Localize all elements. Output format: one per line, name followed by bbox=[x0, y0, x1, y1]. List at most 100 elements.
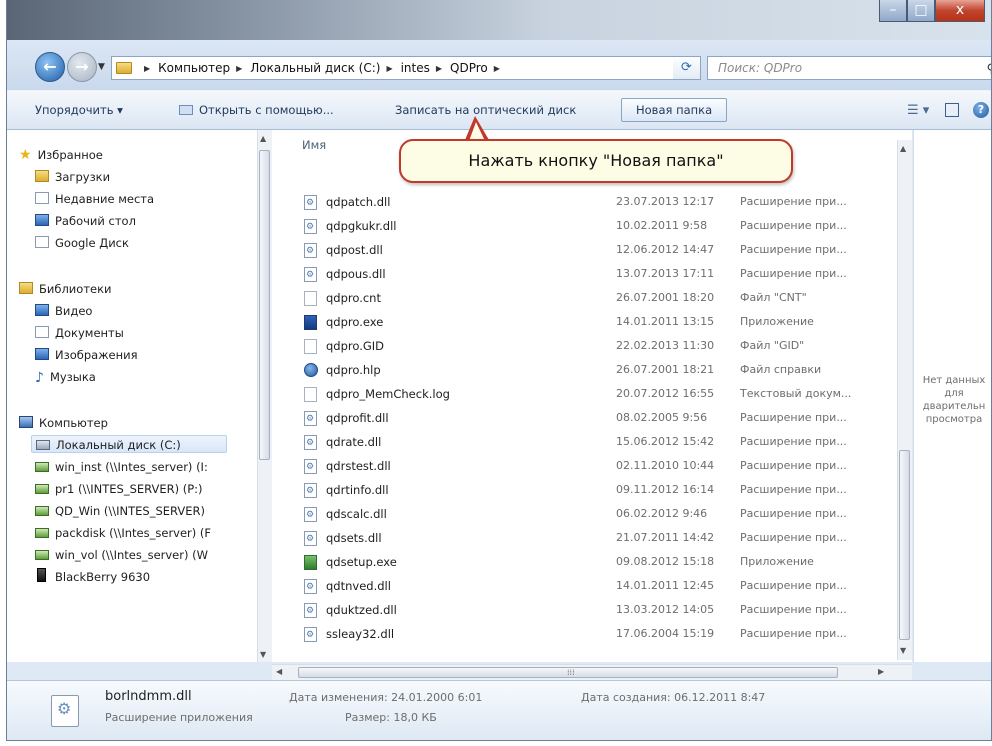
nav-label: packdisk (\\Intes_server) (F bbox=[55, 526, 212, 540]
minimize-button[interactable]: – bbox=[879, 0, 907, 22]
breadcrumb-qdpro[interactable]: QDPro bbox=[450, 61, 488, 75]
command-bar: Упорядочить ▾ Открыть с помощью... Запис… bbox=[7, 90, 991, 130]
file-row[interactable]: qdsetup.exe 09.08.2012 15:18 Приложение bbox=[272, 550, 897, 574]
file-row[interactable]: qdrtinfo.dll 09.11.2012 16:14 Расширение п… bbox=[272, 478, 897, 503]
file-row[interactable]: qdsets.dll 21.07.2011 14:42 Расширение при… bbox=[272, 526, 897, 551]
network-drive-icon bbox=[35, 528, 49, 538]
recent-pages-dropdown-icon[interactable]: ▼ bbox=[98, 62, 105, 72]
search-icon[interactable]: ⚲ bbox=[986, 59, 991, 81]
scroll-up-arrow-icon[interactable]: ▲ bbox=[260, 134, 266, 143]
scrollbar-thumb[interactable] bbox=[899, 450, 910, 640]
nav-win-vol[interactable]: win_vol (\\Intes_server) (W bbox=[35, 546, 208, 564]
music-library-icon: ♪ bbox=[35, 370, 44, 386]
file-list-scrollbar[interactable]: ▲ ▼ bbox=[897, 140, 912, 660]
nav-favorites[interactable]: ★ Избранное bbox=[19, 146, 103, 164]
plain-file-icon bbox=[304, 291, 317, 306]
instruction-callout: Нажать кнопку "Новая папка" bbox=[399, 139, 793, 183]
nav-recent[interactable]: Недавние места bbox=[35, 190, 154, 208]
details-pane: borlndmm.dll Расширение приложения Дата … bbox=[7, 680, 991, 740]
maximize-button[interactable]: □ bbox=[907, 0, 935, 22]
details-file-type: Расширение приложения bbox=[105, 711, 253, 724]
scroll-down-arrow-icon[interactable]: ▼ bbox=[260, 650, 266, 659]
breadcrumb-intes[interactable]: intes bbox=[401, 61, 430, 75]
close-button[interactable]: x bbox=[935, 0, 985, 22]
file-row[interactable]: qdpro_MemCheck.log 20.07.2012 16:55 Тексто… bbox=[272, 382, 897, 406]
refresh-button[interactable]: ⟳ bbox=[673, 56, 701, 80]
nav-label: Музыка bbox=[49, 370, 96, 384]
file-type: Расширение при... bbox=[740, 435, 847, 448]
setup-file-icon bbox=[304, 555, 317, 570]
file-row[interactable]: qdrstest.dll 02.11.2010 10:44 Расширение п… bbox=[272, 454, 897, 479]
title-bar[interactable]: – □ x bbox=[7, 0, 991, 40]
nav-libraries[interactable]: Библиотеки bbox=[19, 280, 112, 298]
file-row[interactable]: qdprofit.dll 08.02.2005 9:56 Расширение пр… bbox=[272, 406, 897, 431]
scrollbar-thumb[interactable] bbox=[259, 150, 270, 460]
dll-file-icon bbox=[304, 503, 317, 527]
file-type: Расширение при... bbox=[740, 627, 847, 640]
nav-video[interactable]: Видео bbox=[35, 302, 92, 320]
file-row[interactable]: qdpost.dll 12.06.2012 14:47 Расширение при… bbox=[272, 238, 897, 263]
file-list: Имя qdpatch.dll 23.07.2013 12:17 Расширени… bbox=[272, 130, 912, 662]
chevron-right-icon[interactable]: ▶ bbox=[386, 64, 392, 73]
nav-documents[interactable]: Документы bbox=[35, 324, 124, 342]
scroll-right-arrow-icon[interactable]: ▶ bbox=[878, 667, 884, 676]
breadcrumb-local-disk[interactable]: Локальный диск (C:) bbox=[250, 61, 380, 75]
nav-pictures[interactable]: Изображения bbox=[35, 346, 138, 364]
file-row[interactable]: qdpatch.dll 23.07.2013 12:17 Расширение пр… bbox=[272, 190, 897, 215]
file-date: 20.07.2012 16:55 bbox=[616, 387, 715, 400]
file-row[interactable]: qdpro.cnt 26.07.2001 18:20 Файл "CNT" bbox=[272, 286, 897, 310]
file-row[interactable]: qdpro.GID 22.02.2013 11:30 Файл "GID" bbox=[272, 334, 897, 358]
new-folder-button[interactable]: Новая папка bbox=[621, 98, 728, 122]
scroll-up-arrow-icon[interactable]: ▲ bbox=[900, 144, 906, 153]
nav-label: QD_Win (\\INTES_SERVER) bbox=[55, 504, 206, 518]
nav-downloads[interactable]: Загрузки bbox=[35, 168, 110, 186]
open-with-button[interactable]: Открыть с помощью... bbox=[179, 99, 334, 121]
chevron-right-icon[interactable]: ▶ bbox=[494, 64, 500, 73]
file-row[interactable]: qdpgkukr.dll 10.02.2011 9:58 Расширение пр… bbox=[272, 214, 897, 239]
nav-win-inst[interactable]: win_inst (\\Intes_server) (I: bbox=[35, 458, 208, 476]
nav-qd-win[interactable]: QD_Win (\\INTES_SERVER) bbox=[35, 502, 205, 520]
file-row[interactable]: qdpous.dll 13.07.2013 17:11 Расширение при… bbox=[272, 262, 897, 287]
dll-file-icon bbox=[304, 191, 317, 215]
hlp-file-icon bbox=[304, 363, 318, 377]
breadcrumb-computer[interactable]: Компьютер bbox=[158, 61, 230, 75]
nav-google-drive[interactable]: Google Диск bbox=[35, 234, 129, 252]
open-with-label: Открыть с помощью... bbox=[199, 103, 334, 117]
chevron-right-icon[interactable]: ▶ bbox=[236, 64, 242, 73]
forward-button[interactable]: → bbox=[67, 52, 97, 82]
file-row[interactable]: qduktzed.dll 13.03.2012 14:05 Расширение п… bbox=[272, 598, 897, 623]
back-button[interactable]: ← bbox=[35, 52, 65, 82]
file-row[interactable]: qdscalc.dll 06.02.2012 9:46 Расширение при… bbox=[272, 502, 897, 527]
nav-music[interactable]: ♪ Музыка bbox=[35, 368, 96, 386]
nav-blackberry[interactable]: BlackBerry 9630 bbox=[35, 568, 150, 586]
chevron-right-icon[interactable]: ▶ bbox=[144, 64, 150, 73]
dll-file-icon bbox=[304, 239, 317, 263]
nav-desktop[interactable]: Рабочий стол bbox=[35, 212, 136, 230]
nav-local-disk[interactable]: Локальный диск (C:) bbox=[31, 435, 227, 453]
nav-label: win_inst (\\Intes_server) (I: bbox=[55, 460, 208, 474]
file-date: 14.01.2011 12:45 bbox=[616, 579, 715, 592]
nav-pr1[interactable]: pr1 (\\INTES_SERVER) (P:) bbox=[35, 480, 203, 498]
scroll-down-arrow-icon[interactable]: ▼ bbox=[900, 646, 906, 655]
scroll-left-arrow-icon[interactable]: ◀ bbox=[276, 667, 282, 676]
address-row: ← → ▼ ▶ Компьютер ▶ Локальный диск (C:) … bbox=[7, 40, 991, 90]
file-row[interactable]: qdrate.dll 15.06.2012 15:42 Расширение при… bbox=[272, 430, 897, 455]
file-row[interactable]: qdtnved.dll 14.01.2011 12:45 Расширение пр… bbox=[272, 574, 897, 599]
address-bar[interactable]: ▶ Компьютер ▶ Локальный диск (C:) ▶ inte… bbox=[111, 56, 701, 80]
column-name-header[interactable]: Имя bbox=[302, 138, 326, 152]
scrollbar-thumb[interactable]: ⁞⁞⁞ bbox=[298, 667, 838, 678]
nav-scrollbar[interactable]: ▲ ▼ bbox=[257, 130, 272, 662]
chevron-right-icon[interactable]: ▶ bbox=[436, 64, 442, 73]
search-input[interactable]: Поиск: QDPro ⚲ bbox=[707, 56, 991, 81]
nav-packdisk[interactable]: packdisk (\\Intes_server) (F bbox=[35, 524, 211, 542]
nav-computer[interactable]: Компьютер bbox=[19, 414, 108, 432]
file-row[interactable]: qdpro.exe 14.01.2011 13:15 Приложение bbox=[272, 310, 897, 334]
preview-pane-icon[interactable] bbox=[945, 103, 959, 117]
change-view-icon[interactable]: ☰ ▾ bbox=[907, 103, 929, 118]
horizontal-scrollbar[interactable]: ◀ ⁞⁞⁞ ▶ bbox=[272, 664, 912, 681]
organize-button[interactable]: Упорядочить ▾ bbox=[35, 99, 123, 121]
file-row[interactable]: ssleay32.dll 17.06.2004 15:19 Расширение п… bbox=[272, 622, 897, 647]
help-icon[interactable]: ? bbox=[973, 102, 989, 118]
file-row[interactable]: qdpro.hlp 26.07.2001 18:21 Файл справки bbox=[272, 358, 897, 382]
network-drive-icon bbox=[35, 506, 49, 516]
